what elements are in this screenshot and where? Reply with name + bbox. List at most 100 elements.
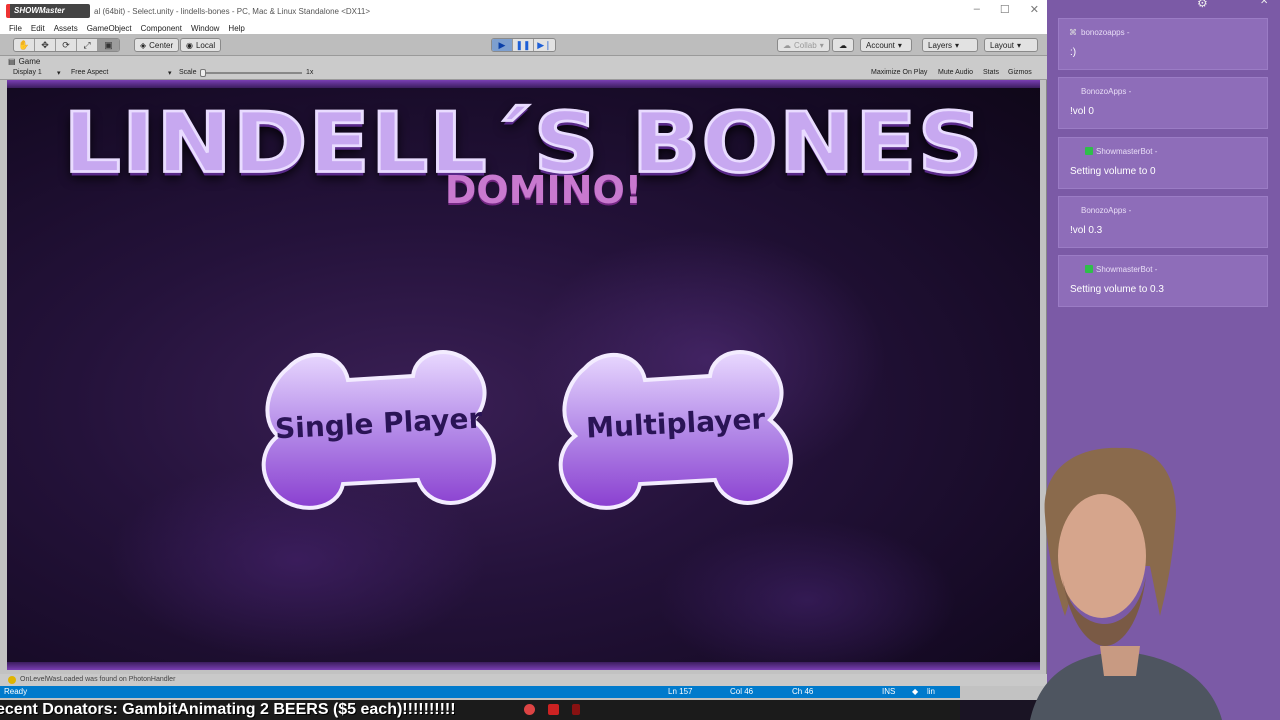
mute-audio-toggle[interactable]: Mute Audio [938, 69, 973, 76]
stats-toggle[interactable]: Stats [983, 69, 999, 76]
scale-slider[interactable] [200, 69, 302, 77]
account-dropdown[interactable]: Account ▾ [860, 38, 912, 52]
collab-button[interactable]: ☁ Collab ▾ [777, 38, 830, 52]
top-border [7, 80, 1040, 88]
chevron-down-icon: ▾ [57, 70, 61, 77]
status-extra: lin [927, 687, 936, 696]
layers-dropdown[interactable]: Layers ▾ [922, 38, 978, 52]
rect-tool-icon[interactable]: ▣ [98, 39, 119, 51]
cloud-icon: ☁ [839, 40, 847, 50]
status-col: Col 46 [730, 687, 754, 696]
collab-label: Collab [794, 40, 817, 50]
app-icon [548, 704, 559, 715]
editor-status-bar: Ready Ln 157 Col 46 Ch 46 INS ◆ lin [0, 686, 960, 698]
chat-message: ShowmasterBot - Setting volume to 0 [1058, 137, 1268, 189]
webcam-overlay [960, 446, 1280, 720]
chevron-down-icon: ▾ [955, 40, 960, 50]
scale-label: Scale [179, 69, 197, 76]
chat-text: !vol 0.3 [1070, 225, 1103, 236]
menu-window[interactable]: Window [191, 24, 219, 33]
tab-game[interactable]: ▤ Game [8, 57, 40, 66]
menu-assets[interactable]: Assets [54, 24, 78, 33]
pivot-local-button[interactable]: ◉ Local [180, 38, 222, 52]
close-button[interactable]: ✕ [1030, 3, 1039, 16]
console-message: OnLevelWasLoaded was found on PhotonHand… [20, 676, 176, 683]
minimize-button[interactable]: – [974, 3, 980, 16]
maximize-on-play-toggle[interactable]: Maximize On Play [871, 69, 927, 76]
warning-icon [8, 676, 16, 684]
menu-component[interactable]: Component [141, 24, 182, 33]
app-icon [572, 704, 580, 715]
layers-label: Layers [928, 40, 953, 50]
maximize-button[interactable]: ☐ [1000, 3, 1010, 16]
single-player-button[interactable]: Single Player [248, 348, 510, 512]
chat-username: ShowmasterBot - [1096, 147, 1158, 156]
chat-username: BonozoApps - [1081, 87, 1132, 96]
game-tab-icon: ▤ [8, 57, 16, 66]
pause-icon[interactable]: ❚❚ [513, 39, 534, 51]
chat-text: Setting volume to 0.3 [1070, 284, 1164, 295]
hand-tool-icon[interactable]: ✋ [14, 39, 35, 51]
pivot-center-button[interactable]: ◈ Center [134, 38, 180, 52]
rotate-tool-icon[interactable]: ⟳ [56, 39, 77, 51]
status-mode: INS [882, 687, 896, 696]
bg-glow [657, 520, 957, 670]
chat-username: BonozoApps - [1081, 206, 1132, 215]
chat-message: BonozoApps - !vol 0.3 [1058, 196, 1268, 248]
aspect-dropdown[interactable]: Free Aspect [71, 69, 108, 76]
menu-file[interactable]: File [9, 24, 22, 33]
status-ready: Ready [4, 687, 28, 696]
account-label: Account [866, 40, 895, 50]
screen: SHOWMaster al (64bit) - Select.unity - l… [0, 0, 1280, 720]
gear-icon[interactable]: ⚙ [1197, 0, 1208, 10]
multiplayer-label: Multiplayer [585, 401, 766, 445]
game-tab-label: Game [18, 57, 41, 66]
layout-dropdown[interactable]: Layout ▾ [984, 38, 1038, 52]
chat-text: !vol 0 [1070, 106, 1094, 117]
pivot-center-label: Center [149, 40, 174, 50]
chat-username: bonozoapps - [1081, 28, 1130, 37]
status-line: Ln 157 [668, 687, 693, 696]
chat-topbar: ⚙ ✕ [1047, 0, 1280, 10]
chat-message: BonozoApps - !vol 0 [1058, 77, 1268, 129]
chevron-down-icon: ▾ [897, 40, 902, 50]
scale-slider-knob[interactable] [200, 69, 206, 77]
game-view: LINDELL´S BONES DOMINO! Single Player Mu… [7, 80, 1040, 670]
layout-label: Layout [990, 40, 1015, 50]
donation-ticker: ecent Donators: GambitAnimating 2 BEERS … [0, 700, 960, 720]
showmaster-logo: SHOWMaster [6, 4, 90, 18]
git-icon: ◆ [912, 687, 919, 696]
broadcaster-badge-icon: ⌘ [1069, 28, 1077, 37]
game-view-header: ▤ Game Display 1 ▾ Free Aspect ▾ Scale 1… [0, 56, 1047, 80]
bottom-border [7, 662, 1040, 670]
chat-message: ⌘ bonozoapps - :) [1058, 18, 1268, 70]
step-icon[interactable]: ▶❘ [534, 39, 555, 51]
play-icon[interactable]: ▶ [492, 39, 513, 51]
display-dropdown[interactable]: Display 1 [13, 69, 42, 76]
menu-gameobject[interactable]: GameObject [87, 24, 132, 33]
cloud-button[interactable]: ☁ [832, 38, 854, 52]
ticker-text: ecent Donators: GambitAnimating 2 BEERS … [0, 701, 456, 718]
status-ch: Ch 46 [792, 687, 814, 696]
multiplayer-button[interactable]: Multiplayer [545, 348, 807, 512]
close-icon[interactable]: ✕ [1260, 0, 1268, 7]
console-status[interactable]: OnLevelWasLoaded was found on PhotonHand… [0, 674, 1047, 686]
chat-username: ShowmasterBot - [1096, 265, 1158, 274]
single-player-label: Single Player [274, 401, 483, 445]
unity-editor-window: SHOWMaster al (64bit) - Select.unity - l… [0, 0, 1047, 700]
check-badge-icon [1085, 265, 1093, 273]
menu-help[interactable]: Help [228, 24, 244, 33]
local-icon: ◉ [186, 40, 193, 50]
transform-tools: ✋ ✥ ⟳ ⤢ ▣ [13, 38, 120, 52]
window-title: al (64bit) - Select.unity - lindells-bon… [94, 6, 370, 16]
chat-text: :) [1070, 47, 1077, 58]
menu-edit[interactable]: Edit [31, 24, 45, 33]
scale-tool-icon[interactable]: ⤢ [77, 39, 98, 51]
game-view-options: Display 1 ▾ Free Aspect ▾ Scale 1x Maxim… [0, 68, 1047, 79]
move-tool-icon[interactable]: ✥ [35, 39, 56, 51]
game-subtitle: DOMINO! [444, 168, 643, 212]
gizmos-dropdown[interactable]: Gizmos [1008, 69, 1032, 76]
chat-message: ShowmasterBot - Setting volume to 0.3 [1058, 255, 1268, 307]
chevron-down-icon: ▾ [819, 40, 824, 50]
play-controls: ▶ ❚❚ ▶❘ [491, 38, 556, 52]
